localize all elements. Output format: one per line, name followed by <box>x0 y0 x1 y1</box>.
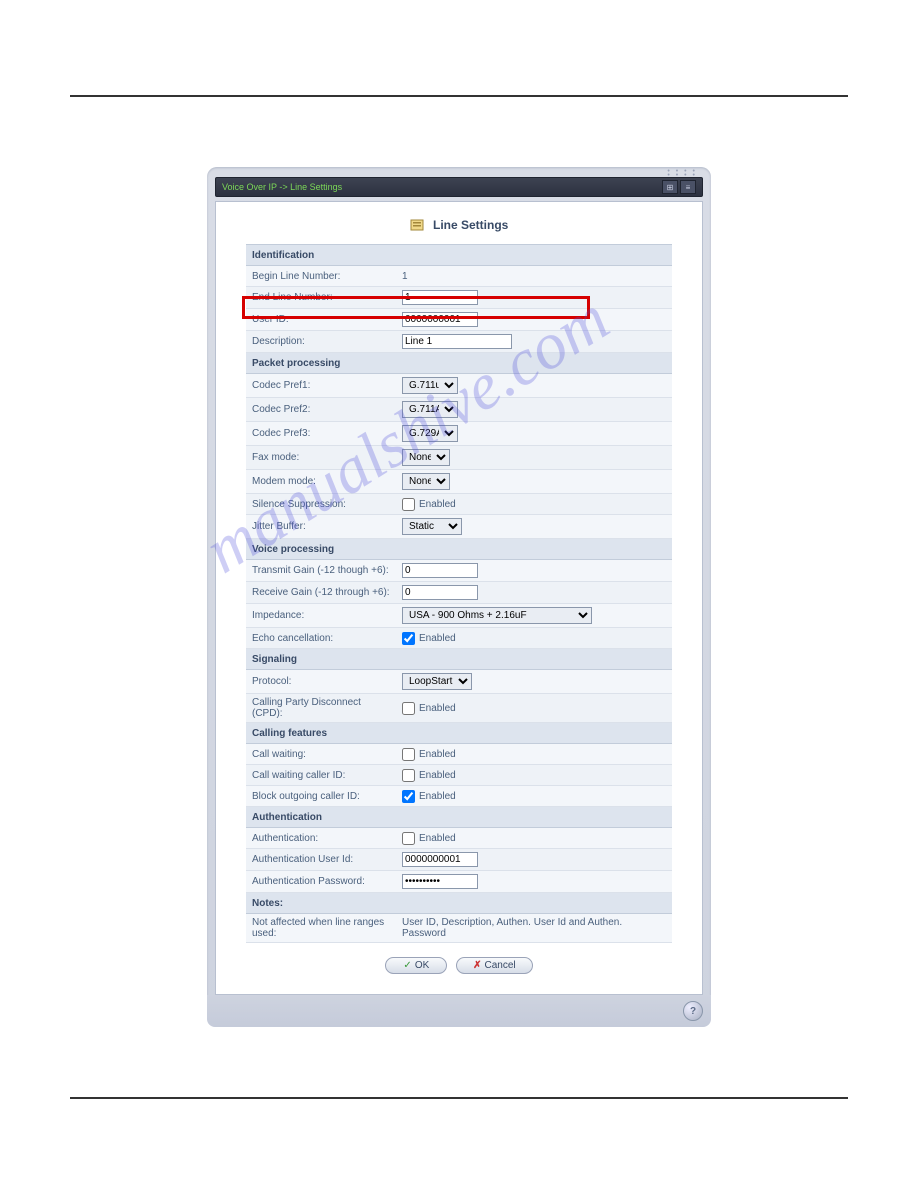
protocol-select[interactable]: LoopStart <box>402 673 472 690</box>
modem-mode-select[interactable]: None <box>402 473 450 490</box>
tx-gain-label: Transmit Gain (-12 though +6): <box>246 560 396 582</box>
auth-user-label: Authentication User Id: <box>246 849 396 871</box>
cwcid-label: Call waiting caller ID: <box>246 765 396 786</box>
notes-value: User ID, Description, Authen. User Id an… <box>396 914 672 943</box>
description-label: Description: <box>246 331 396 353</box>
silence-checkbox[interactable] <box>402 498 415 511</box>
call-waiting-label: Call waiting: <box>246 744 396 765</box>
auth-label: Authentication: <box>246 828 396 849</box>
rx-gain-input[interactable] <box>402 585 478 600</box>
protocol-label: Protocol: <box>246 670 396 694</box>
begin-line-number-label: Begin Line Number: <box>246 266 396 287</box>
titlebar-icon-1[interactable]: ⊞ <box>662 180 678 194</box>
section-signaling: Signaling <box>246 649 672 670</box>
impedance-select[interactable]: USA - 900 Ohms + 2.16uF <box>402 607 592 624</box>
fax-mode-label: Fax mode: <box>246 446 396 470</box>
tx-gain-input[interactable] <box>402 563 478 578</box>
cwcid-checkbox[interactable] <box>402 769 415 782</box>
x-icon: ✗ <box>473 960 481 971</box>
jitter-label: Jitter Buffer: <box>246 515 396 539</box>
help-button[interactable]: ? <box>683 1001 703 1021</box>
auth-user-input[interactable] <box>402 852 478 867</box>
section-notes: Notes: <box>246 893 672 914</box>
titlebar: Voice Over IP -> Line Settings ⊞ ≡ <box>215 177 703 197</box>
ok-button[interactable]: ✓OK <box>385 957 447 974</box>
echo-checkbox[interactable] <box>402 632 415 645</box>
section-auth: Authentication <box>246 807 672 828</box>
settings-icon <box>410 218 426 232</box>
jitter-select[interactable]: Static <box>402 518 462 535</box>
page-title: Line Settings <box>246 218 672 232</box>
titlebar-icon-2[interactable]: ≡ <box>680 180 696 194</box>
user-id-input[interactable] <box>402 312 478 327</box>
rx-gain-label: Receive Gain (-12 through +6): <box>246 582 396 604</box>
check-icon: ✓ <box>403 960 411 971</box>
description-input[interactable] <box>402 334 512 349</box>
section-packet: Packet processing <box>246 353 672 374</box>
cpd-checkbox[interactable] <box>402 702 415 715</box>
grip-dots-icon: • • • •• • • • <box>667 170 697 178</box>
section-identification: Identification <box>246 245 672 266</box>
breadcrumb: Voice Over IP -> Line Settings <box>222 182 660 192</box>
block-cid-checkbox[interactable] <box>402 790 415 803</box>
section-calling: Calling features <box>246 723 672 744</box>
codec2-label: Codec Pref2: <box>246 398 396 422</box>
codec1-label: Codec Pref1: <box>246 374 396 398</box>
end-line-number-input[interactable] <box>402 290 478 305</box>
end-line-number-label: End Line Number: <box>246 287 396 309</box>
cpd-label: Calling Party Disconnect (CPD): <box>246 694 396 723</box>
begin-line-number-value: 1 <box>396 266 672 287</box>
modem-mode-label: Modem mode: <box>246 470 396 494</box>
impedance-label: Impedance: <box>246 604 396 628</box>
echo-label: Echo cancellation: <box>246 628 396 649</box>
settings-form: Identification Begin Line Number: 1 End … <box>246 244 672 943</box>
settings-panel: • • • •• • • • Voice Over IP -> Line Set… <box>207 167 711 1027</box>
silence-label: Silence Suppression: <box>246 494 396 515</box>
fax-mode-select[interactable]: None <box>402 449 450 466</box>
block-cid-label: Block outgoing caller ID: <box>246 786 396 807</box>
codec2-select[interactable]: G.711A <box>402 401 458 418</box>
codec3-select[interactable]: G.729A <box>402 425 458 442</box>
auth-pw-label: Authentication Password: <box>246 871 396 893</box>
section-voice: Voice processing <box>246 539 672 560</box>
codec1-select[interactable]: G.711u <box>402 377 458 394</box>
codec3-label: Codec Pref3: <box>246 422 396 446</box>
auth-pw-input[interactable] <box>402 874 478 889</box>
cancel-button[interactable]: ✗Cancel <box>456 957 533 974</box>
notes-label: Not affected when line ranges used: <box>246 914 396 943</box>
user-id-label: User ID: <box>246 309 396 331</box>
auth-checkbox[interactable] <box>402 832 415 845</box>
call-waiting-checkbox[interactable] <box>402 748 415 761</box>
